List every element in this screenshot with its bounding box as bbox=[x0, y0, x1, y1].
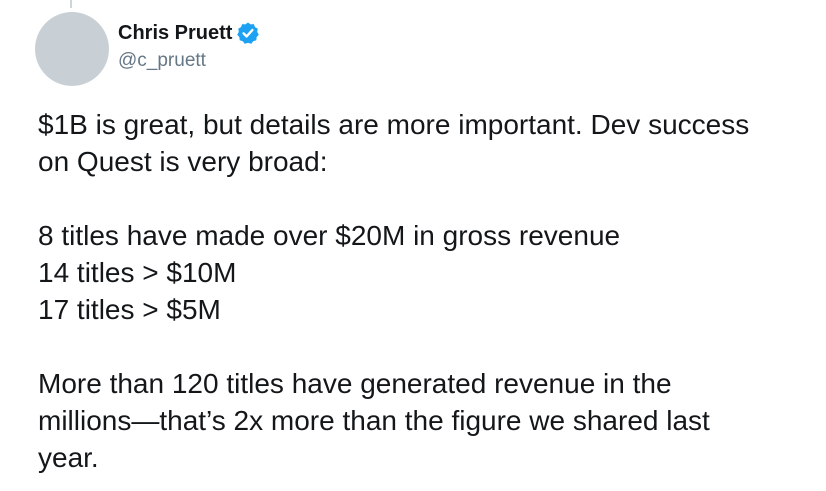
tweet-line: on Quest is very broad: bbox=[38, 146, 328, 177]
thread-line bbox=[70, 0, 72, 8]
tweet-line: More than 120 titles have generated reve… bbox=[38, 368, 672, 399]
avatar[interactable] bbox=[35, 12, 109, 86]
verified-badge-icon bbox=[236, 21, 260, 45]
tweet-line: $1B is great, but details are more impor… bbox=[38, 109, 750, 140]
tweet-line: year. bbox=[38, 442, 99, 473]
tweet-line: 14 titles > $10M bbox=[38, 257, 237, 288]
author-display-name[interactable]: Chris Pruett bbox=[118, 22, 232, 45]
tweet-text: $1B is great, but details are more impor… bbox=[38, 106, 824, 476]
tweet-line: 17 titles > $5M bbox=[38, 294, 221, 325]
author-block: Chris Pruett @c_pruett bbox=[118, 18, 260, 72]
tweet-line: 8 titles have made over $20M in gross re… bbox=[38, 220, 621, 251]
name-row: Chris Pruett bbox=[118, 18, 260, 48]
author-handle[interactable]: @c_pruett bbox=[118, 50, 260, 72]
tweet-line: millions—that’s 2x more than the figure … bbox=[38, 405, 710, 436]
tweet: Chris Pruett @c_pruett $1B is great, but… bbox=[0, 0, 826, 491]
